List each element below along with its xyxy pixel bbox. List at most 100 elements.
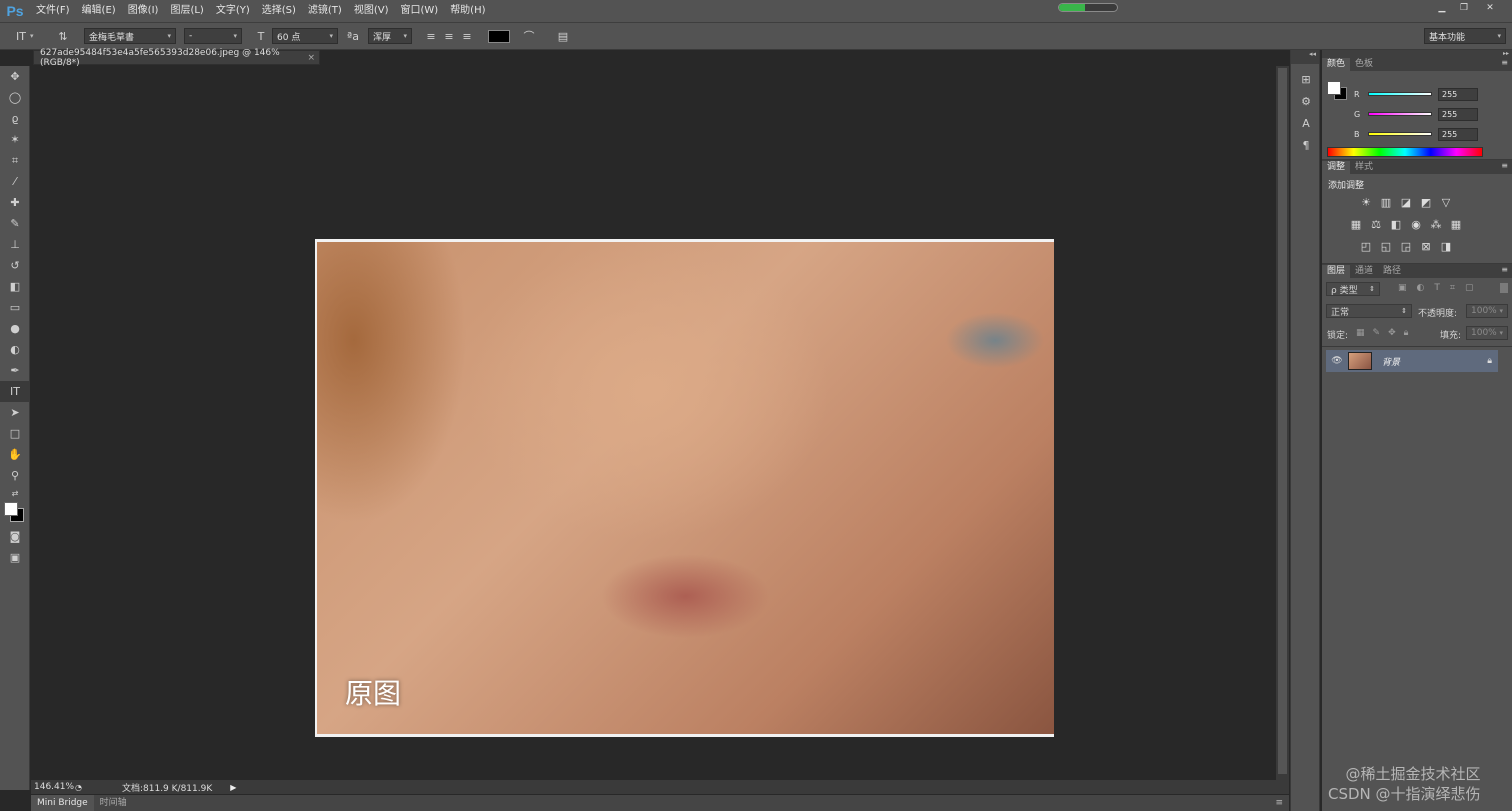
selective-color-icon[interactable]: ⊠ bbox=[1416, 238, 1436, 254]
quick-mask-icon[interactable]: ◙ bbox=[0, 526, 30, 547]
invert-icon[interactable]: ◰ bbox=[1356, 238, 1376, 254]
shape-filter-icon[interactable]: ⌗ bbox=[1450, 283, 1455, 293]
menu-file[interactable]: 文件(F) bbox=[30, 0, 76, 22]
tab-channels[interactable]: 通道 bbox=[1350, 265, 1378, 278]
brush-icon[interactable]: ✎ bbox=[0, 213, 30, 234]
menu-window[interactable]: 窗口(W) bbox=[394, 0, 444, 22]
panel-menu-icon[interactable]: ≡ bbox=[1501, 58, 1508, 67]
color-swatches[interactable] bbox=[0, 500, 30, 526]
layer-filter-select[interactable]: ρ 类型 ⇕ bbox=[1326, 282, 1380, 296]
blue-slider[interactable]: B 255 bbox=[1354, 127, 1478, 141]
zoom-icon[interactable]: ⚲ bbox=[0, 465, 30, 486]
font-size-select[interactable]: 60 点 ▾ bbox=[272, 28, 338, 44]
properties-panel-icon[interactable]: ⚙ bbox=[1291, 90, 1321, 112]
minimize-icon[interactable]: ▁ bbox=[1432, 2, 1452, 14]
eyedropper-icon[interactable]: ⁄ bbox=[0, 171, 30, 192]
restore-icon[interactable]: ❐ bbox=[1454, 2, 1474, 14]
type-filter-icon[interactable]: T bbox=[1434, 283, 1440, 293]
eye-icon[interactable]: 👁︎ bbox=[1331, 356, 1343, 366]
red-value-input[interactable]: 255 bbox=[1438, 87, 1478, 101]
collapse-dock-icon[interactable]: ◂◂ bbox=[1291, 50, 1319, 64]
lock-position-icon[interactable]: ✥ bbox=[1388, 328, 1396, 338]
layer-name[interactable]: 背景 bbox=[1382, 355, 1400, 368]
document-tab[interactable]: 627ade95484f53e4a5fe565393d28e06.jpeg @ … bbox=[33, 48, 320, 68]
healing-brush-icon[interactable]: ✚ bbox=[0, 192, 30, 213]
brightness-icon[interactable]: ☀ bbox=[1356, 194, 1376, 210]
pixel-filter-icon[interactable]: ▣ bbox=[1398, 283, 1407, 293]
zoom-level[interactable]: 146.41% bbox=[31, 782, 74, 792]
menu-layer[interactable]: 图层(L) bbox=[164, 0, 209, 22]
type-tool-preset-icon[interactable]: IT bbox=[12, 27, 30, 45]
clone-stamp-icon[interactable]: ⊥ bbox=[0, 234, 30, 255]
close-icon[interactable]: × bbox=[307, 53, 315, 63]
tab-layers[interactable]: 图层 bbox=[1322, 265, 1351, 278]
dodge-icon[interactable]: ◐ bbox=[0, 339, 30, 360]
history-panel-icon[interactable]: ⊞ bbox=[1291, 68, 1321, 90]
color-spectrum-bar[interactable] bbox=[1327, 147, 1483, 157]
blur-icon[interactable]: ● bbox=[0, 318, 30, 339]
toggle-orientation-icon[interactable]: ⇅ bbox=[54, 27, 72, 45]
type-tool-icon[interactable]: IT bbox=[0, 381, 30, 402]
close-icon[interactable]: ✕ bbox=[1476, 2, 1504, 14]
panel-menu-icon[interactable]: ≡ bbox=[1501, 265, 1508, 274]
swap-colors-icon[interactable]: ⇄ bbox=[0, 486, 30, 500]
font-style-select[interactable]: - ▾ bbox=[184, 28, 242, 44]
lock-image-icon[interactable]: ✎ bbox=[1373, 328, 1381, 338]
levels-icon[interactable]: ▥ bbox=[1376, 194, 1396, 210]
red-slider-track[interactable] bbox=[1368, 92, 1432, 96]
blue-value-input[interactable]: 255 bbox=[1438, 127, 1478, 141]
document-image[interactable]: 原图 bbox=[315, 239, 1054, 737]
workspace-select[interactable]: 基本功能 ▾ bbox=[1424, 28, 1506, 44]
foreground-color-swatch[interactable] bbox=[4, 502, 18, 516]
menu-image[interactable]: 图像(I) bbox=[122, 0, 165, 22]
align-center-icon[interactable]: ≡ bbox=[440, 27, 458, 45]
curves-icon[interactable]: ◪ bbox=[1396, 194, 1416, 210]
panel-menu-icon[interactable]: ≡ bbox=[1501, 161, 1508, 170]
character-panel-icon[interactable]: A bbox=[1291, 112, 1321, 134]
paragraph-panel-icon[interactable]: ¶ bbox=[1291, 134, 1321, 156]
vertical-scrollbar[interactable] bbox=[1276, 66, 1289, 780]
layer-row-background[interactable]: 👁︎ 背景 🔒︎ bbox=[1326, 350, 1498, 372]
history-brush-icon[interactable]: ↺ bbox=[0, 255, 30, 276]
eraser-icon[interactable]: ◧ bbox=[0, 276, 30, 297]
threshold-icon[interactable]: ◲ bbox=[1396, 238, 1416, 254]
menu-edit[interactable]: 编辑(E) bbox=[76, 0, 122, 22]
gradient-icon[interactable]: ▭ bbox=[0, 297, 30, 318]
tab-adjustments[interactable]: 调整 bbox=[1322, 161, 1351, 174]
tab-mini-bridge[interactable]: Mini Bridge bbox=[31, 795, 94, 811]
menu-help[interactable]: 帮助(H) bbox=[444, 0, 491, 22]
font-family-select[interactable]: 金梅毛草書 ▾ bbox=[84, 28, 176, 44]
panel-menu-icon[interactable]: ≡ bbox=[1275, 798, 1283, 808]
menu-type[interactable]: 文字(Y) bbox=[210, 0, 256, 22]
vibrance-icon[interactable]: ▽ bbox=[1436, 194, 1456, 210]
lasso-icon[interactable]: ϱ bbox=[0, 108, 30, 129]
lock-icon[interactable]: 🔒︎ bbox=[1487, 356, 1492, 366]
gradient-map-icon[interactable]: ◨ bbox=[1436, 238, 1456, 254]
status-info-icon[interactable]: ◔ bbox=[75, 783, 82, 792]
scrollbar-thumb[interactable] bbox=[1278, 68, 1287, 774]
green-value-input[interactable]: 255 bbox=[1438, 107, 1478, 121]
warp-text-icon[interactable]: ⌒ bbox=[520, 27, 538, 45]
color-balance-icon[interactable]: ⚖ bbox=[1366, 216, 1386, 232]
photo-filter-icon[interactable]: ◉ bbox=[1406, 216, 1426, 232]
magic-wand-icon[interactable]: ✶ bbox=[0, 129, 30, 150]
antialias-select[interactable]: 浑厚 ▾ bbox=[368, 28, 412, 44]
collapse-panels-icon[interactable]: ▸▸ bbox=[1322, 50, 1512, 57]
tab-timeline[interactable]: 时间轴 bbox=[94, 795, 133, 811]
lock-all-icon[interactable]: 🔒︎ bbox=[1404, 328, 1409, 338]
play-icon[interactable]: ▶ bbox=[230, 783, 236, 792]
lock-transparent-icon[interactable]: ▦ bbox=[1356, 328, 1365, 338]
hue-saturation-icon[interactable]: ▦ bbox=[1346, 216, 1366, 232]
align-right-icon[interactable]: ≡ bbox=[458, 27, 476, 45]
character-panel-icon[interactable]: ▤ bbox=[554, 27, 572, 45]
menu-filter[interactable]: 滤镜(T) bbox=[302, 0, 348, 22]
green-slider-track[interactable] bbox=[1368, 112, 1432, 116]
foreground-color-swatch[interactable] bbox=[1327, 81, 1341, 95]
red-slider[interactable]: R 255 bbox=[1354, 87, 1478, 101]
smart-object-filter-icon[interactable]: ▢ bbox=[1465, 283, 1474, 293]
align-left-icon[interactable]: ≡ bbox=[422, 27, 440, 45]
blue-slider-track[interactable] bbox=[1368, 132, 1432, 136]
crop-icon[interactable]: ⌗ bbox=[0, 150, 30, 171]
color-lookup-icon[interactable]: ▦ bbox=[1446, 216, 1466, 232]
fill-input[interactable]: 100% ▾ bbox=[1466, 326, 1508, 340]
